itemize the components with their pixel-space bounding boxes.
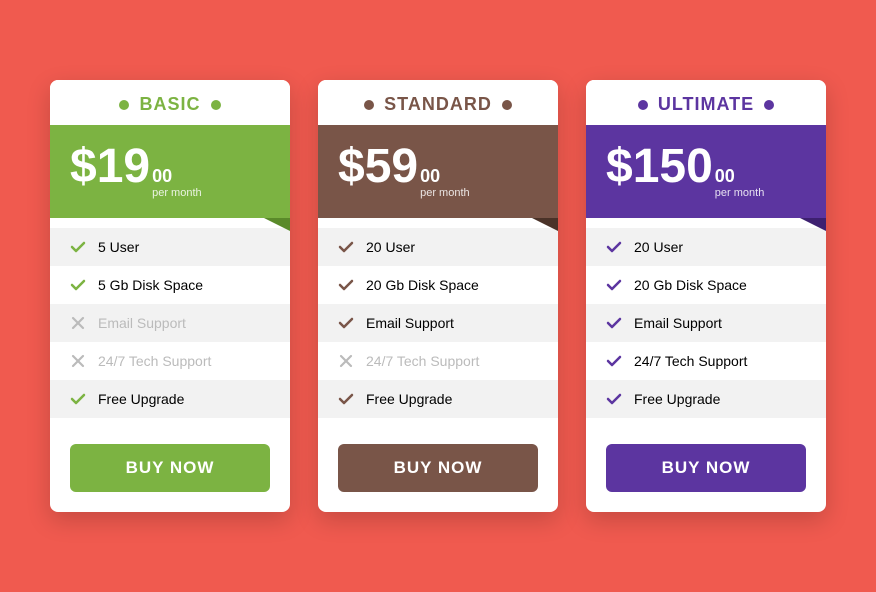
feature-item-basic-1: 5 Gb Disk Space: [50, 266, 290, 304]
features-list-standard: 20 User 20 Gb Disk Space Email Support 24/7…: [318, 218, 558, 428]
plan-dot-right-basic: [211, 100, 221, 110]
feature-text-standard-1: 20 Gb Disk Space: [366, 277, 479, 293]
feature-item-basic-4: Free Upgrade: [50, 380, 290, 418]
buy-button-standard[interactable]: BUY NOW: [338, 444, 538, 492]
check-icon-standard-2: [336, 313, 356, 333]
cross-icon-basic-3: [68, 351, 88, 371]
feature-item-standard-3: 24/7 Tech Support: [318, 342, 558, 380]
check-icon-standard-1: [336, 275, 356, 295]
feature-item-ultimate-4: Free Upgrade: [586, 380, 826, 418]
plan-name-basic: BASIC: [139, 94, 200, 115]
plan-price-ultimate: $150: [606, 143, 713, 191]
plan-price-standard: $59: [338, 143, 418, 191]
plan-price-basic: $19: [70, 143, 150, 191]
cross-icon-standard-3: [336, 351, 356, 371]
feature-item-standard-2: Email Support: [318, 304, 558, 342]
check-icon-standard-0: [336, 237, 356, 257]
feature-item-standard-1: 20 Gb Disk Space: [318, 266, 558, 304]
pricing-container: BASIC$1900per month5 User5 Gb Disk Space…: [20, 40, 856, 552]
feature-text-ultimate-1: 20 Gb Disk Space: [634, 277, 747, 293]
plan-dot-right-ultimate: [764, 100, 774, 110]
feature-item-ultimate-3: 24/7 Tech Support: [586, 342, 826, 380]
cross-icon-basic-2: [68, 313, 88, 333]
plan-card-standard: STANDARD $5900per month 20 User 20 Gb Disk …: [318, 80, 558, 512]
plan-card-ultimate: ULTIMATE $15000per month 20 User 20 Gb Disk…: [586, 80, 826, 512]
check-icon-ultimate-1: [604, 275, 624, 295]
feature-item-standard-0: 20 User: [318, 228, 558, 266]
features-list-ultimate: 20 User 20 Gb Disk Space Email Support 24/7…: [586, 218, 826, 428]
plan-dot-right-standard: [502, 100, 512, 110]
plan-header-ultimate: ULTIMATE: [586, 80, 826, 125]
feature-item-ultimate-0: 20 User: [586, 228, 826, 266]
feature-text-ultimate-4: Free Upgrade: [634, 391, 720, 407]
feature-text-basic-4: Free Upgrade: [98, 391, 184, 407]
plan-cents-ultimate: 00: [715, 167, 735, 187]
feature-text-basic-1: 5 Gb Disk Space: [98, 277, 203, 293]
plan-name-ultimate: ULTIMATE: [658, 94, 754, 115]
plan-dot-left-ultimate: [638, 100, 648, 110]
plan-footer-basic: BUY NOW: [50, 428, 290, 512]
feature-text-basic-0: 5 User: [98, 239, 139, 255]
plan-period-ultimate: per month: [715, 187, 765, 200]
plan-dot-left-standard: [364, 100, 374, 110]
check-icon-basic-1: [68, 275, 88, 295]
plan-price-banner-basic: $1900per month: [50, 125, 290, 218]
plan-name-standard: STANDARD: [384, 94, 492, 115]
feature-text-ultimate-3: 24/7 Tech Support: [634, 353, 747, 369]
plan-card-basic: BASIC $1900per month 5 User 5 Gb Disk Space…: [50, 80, 290, 512]
feature-text-basic-3: 24/7 Tech Support: [98, 353, 211, 369]
plan-period-standard: per month: [420, 187, 470, 200]
feature-item-basic-3: 24/7 Tech Support: [50, 342, 290, 380]
feature-item-basic-2: Email Support: [50, 304, 290, 342]
plan-footer-standard: BUY NOW: [318, 428, 558, 512]
feature-text-standard-4: Free Upgrade: [366, 391, 452, 407]
feature-item-basic-0: 5 User: [50, 228, 290, 266]
price-fold-ultimate: [800, 218, 826, 231]
feature-item-ultimate-1: 20 Gb Disk Space: [586, 266, 826, 304]
price-fold-basic: [264, 218, 290, 231]
plan-cents-standard: 00: [420, 167, 440, 187]
feature-text-standard-3: 24/7 Tech Support: [366, 353, 479, 369]
check-icon-ultimate-3: [604, 351, 624, 371]
plan-price-banner-ultimate: $15000per month: [586, 125, 826, 218]
plan-cents-basic: 00: [152, 167, 172, 187]
check-icon-ultimate-4: [604, 389, 624, 409]
plan-price-banner-standard: $5900per month: [318, 125, 558, 218]
feature-text-standard-0: 20 User: [366, 239, 415, 255]
check-icon-standard-4: [336, 389, 356, 409]
feature-text-standard-2: Email Support: [366, 315, 454, 331]
check-icon-basic-0: [68, 237, 88, 257]
plan-dot-left-basic: [119, 100, 129, 110]
plan-header-basic: BASIC: [50, 80, 290, 125]
feature-text-ultimate-2: Email Support: [634, 315, 722, 331]
feature-item-standard-4: Free Upgrade: [318, 380, 558, 418]
plan-footer-ultimate: BUY NOW: [586, 428, 826, 512]
buy-button-basic[interactable]: BUY NOW: [70, 444, 270, 492]
check-icon-ultimate-0: [604, 237, 624, 257]
feature-text-ultimate-0: 20 User: [634, 239, 683, 255]
feature-item-ultimate-2: Email Support: [586, 304, 826, 342]
check-icon-ultimate-2: [604, 313, 624, 333]
feature-text-basic-2: Email Support: [98, 315, 186, 331]
price-fold-standard: [532, 218, 558, 231]
plan-header-standard: STANDARD: [318, 80, 558, 125]
buy-button-ultimate[interactable]: BUY NOW: [606, 444, 806, 492]
plan-period-basic: per month: [152, 187, 202, 200]
features-list-basic: 5 User 5 Gb Disk Space Email Support 24/7 T…: [50, 218, 290, 428]
check-icon-basic-4: [68, 389, 88, 409]
